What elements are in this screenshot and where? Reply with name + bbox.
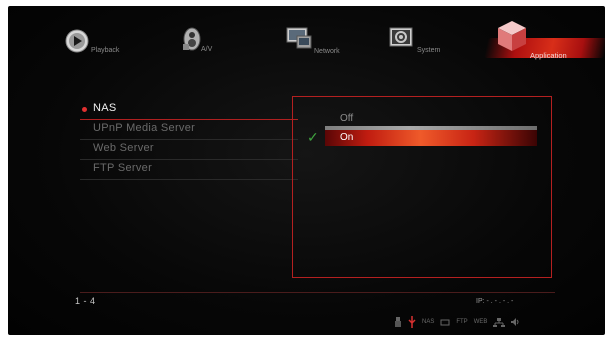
nas-status-label: NAS bbox=[422, 319, 435, 325]
menu-item-label: Web Server bbox=[93, 142, 154, 154]
tab-av-label: A/V bbox=[201, 46, 213, 53]
tab-network[interactable]: Network bbox=[282, 24, 352, 72]
option-panel: Off ✓ On bbox=[292, 96, 552, 278]
ftp-status-label: FTP bbox=[456, 319, 468, 325]
menu-item-web-server[interactable]: Web Server bbox=[80, 140, 298, 160]
play-disc-icon bbox=[64, 28, 90, 54]
system-gear-icon bbox=[388, 26, 414, 52]
menu-item-label: FTP Server bbox=[93, 162, 153, 174]
option-label: On bbox=[340, 132, 354, 143]
selection-bullet-icon bbox=[82, 107, 87, 112]
top-navigation: Playback A/V Network System Application bbox=[8, 21, 605, 76]
tab-playback[interactable]: Playback bbox=[61, 24, 121, 72]
tab-av[interactable]: A/V bbox=[176, 24, 236, 72]
tab-application-label: Application bbox=[530, 51, 567, 60]
page-indicator: 1 - 4 bbox=[75, 296, 96, 306]
menu-item-upnp-media-server[interactable]: UPnP Media Server bbox=[80, 120, 298, 140]
status-bar: NAS FTP WEB bbox=[394, 316, 520, 328]
footer-divider bbox=[80, 292, 555, 293]
web-status-label: WEB bbox=[473, 319, 488, 325]
highlight-bar bbox=[325, 130, 537, 146]
tab-playback-label: Playback bbox=[91, 47, 120, 54]
menu-item-label: UPnP Media Server bbox=[93, 122, 196, 134]
option-on[interactable]: ✓ On bbox=[293, 126, 551, 146]
tv-screen: Playback A/V Network System Application … bbox=[8, 6, 605, 335]
option-label: Off bbox=[340, 113, 354, 124]
usb-connected-icon bbox=[408, 316, 416, 328]
speaker-icon bbox=[511, 318, 520, 326]
lan-icon bbox=[493, 317, 506, 327]
network-monitor-icon bbox=[285, 24, 312, 50]
tab-system[interactable]: System bbox=[385, 24, 455, 72]
usb-device-icon bbox=[394, 317, 402, 327]
menu-item-label: NAS bbox=[93, 102, 117, 114]
menu-item-nas[interactable]: NAS bbox=[80, 100, 298, 120]
settings-menu: NAS UPnP Media Server Web Server FTP Ser… bbox=[80, 100, 298, 180]
checkmark-icon: ✓ bbox=[307, 129, 319, 145]
tab-network-label: Network bbox=[314, 48, 340, 55]
network-share-icon bbox=[440, 318, 450, 326]
tab-system-label: System bbox=[417, 47, 441, 54]
menu-item-ftp-server[interactable]: FTP Server bbox=[80, 160, 298, 180]
ip-address: IP: - . - . - . - bbox=[476, 298, 514, 305]
tab-application[interactable]: Application bbox=[456, 21, 605, 72]
application-cube-icon bbox=[494, 18, 530, 54]
